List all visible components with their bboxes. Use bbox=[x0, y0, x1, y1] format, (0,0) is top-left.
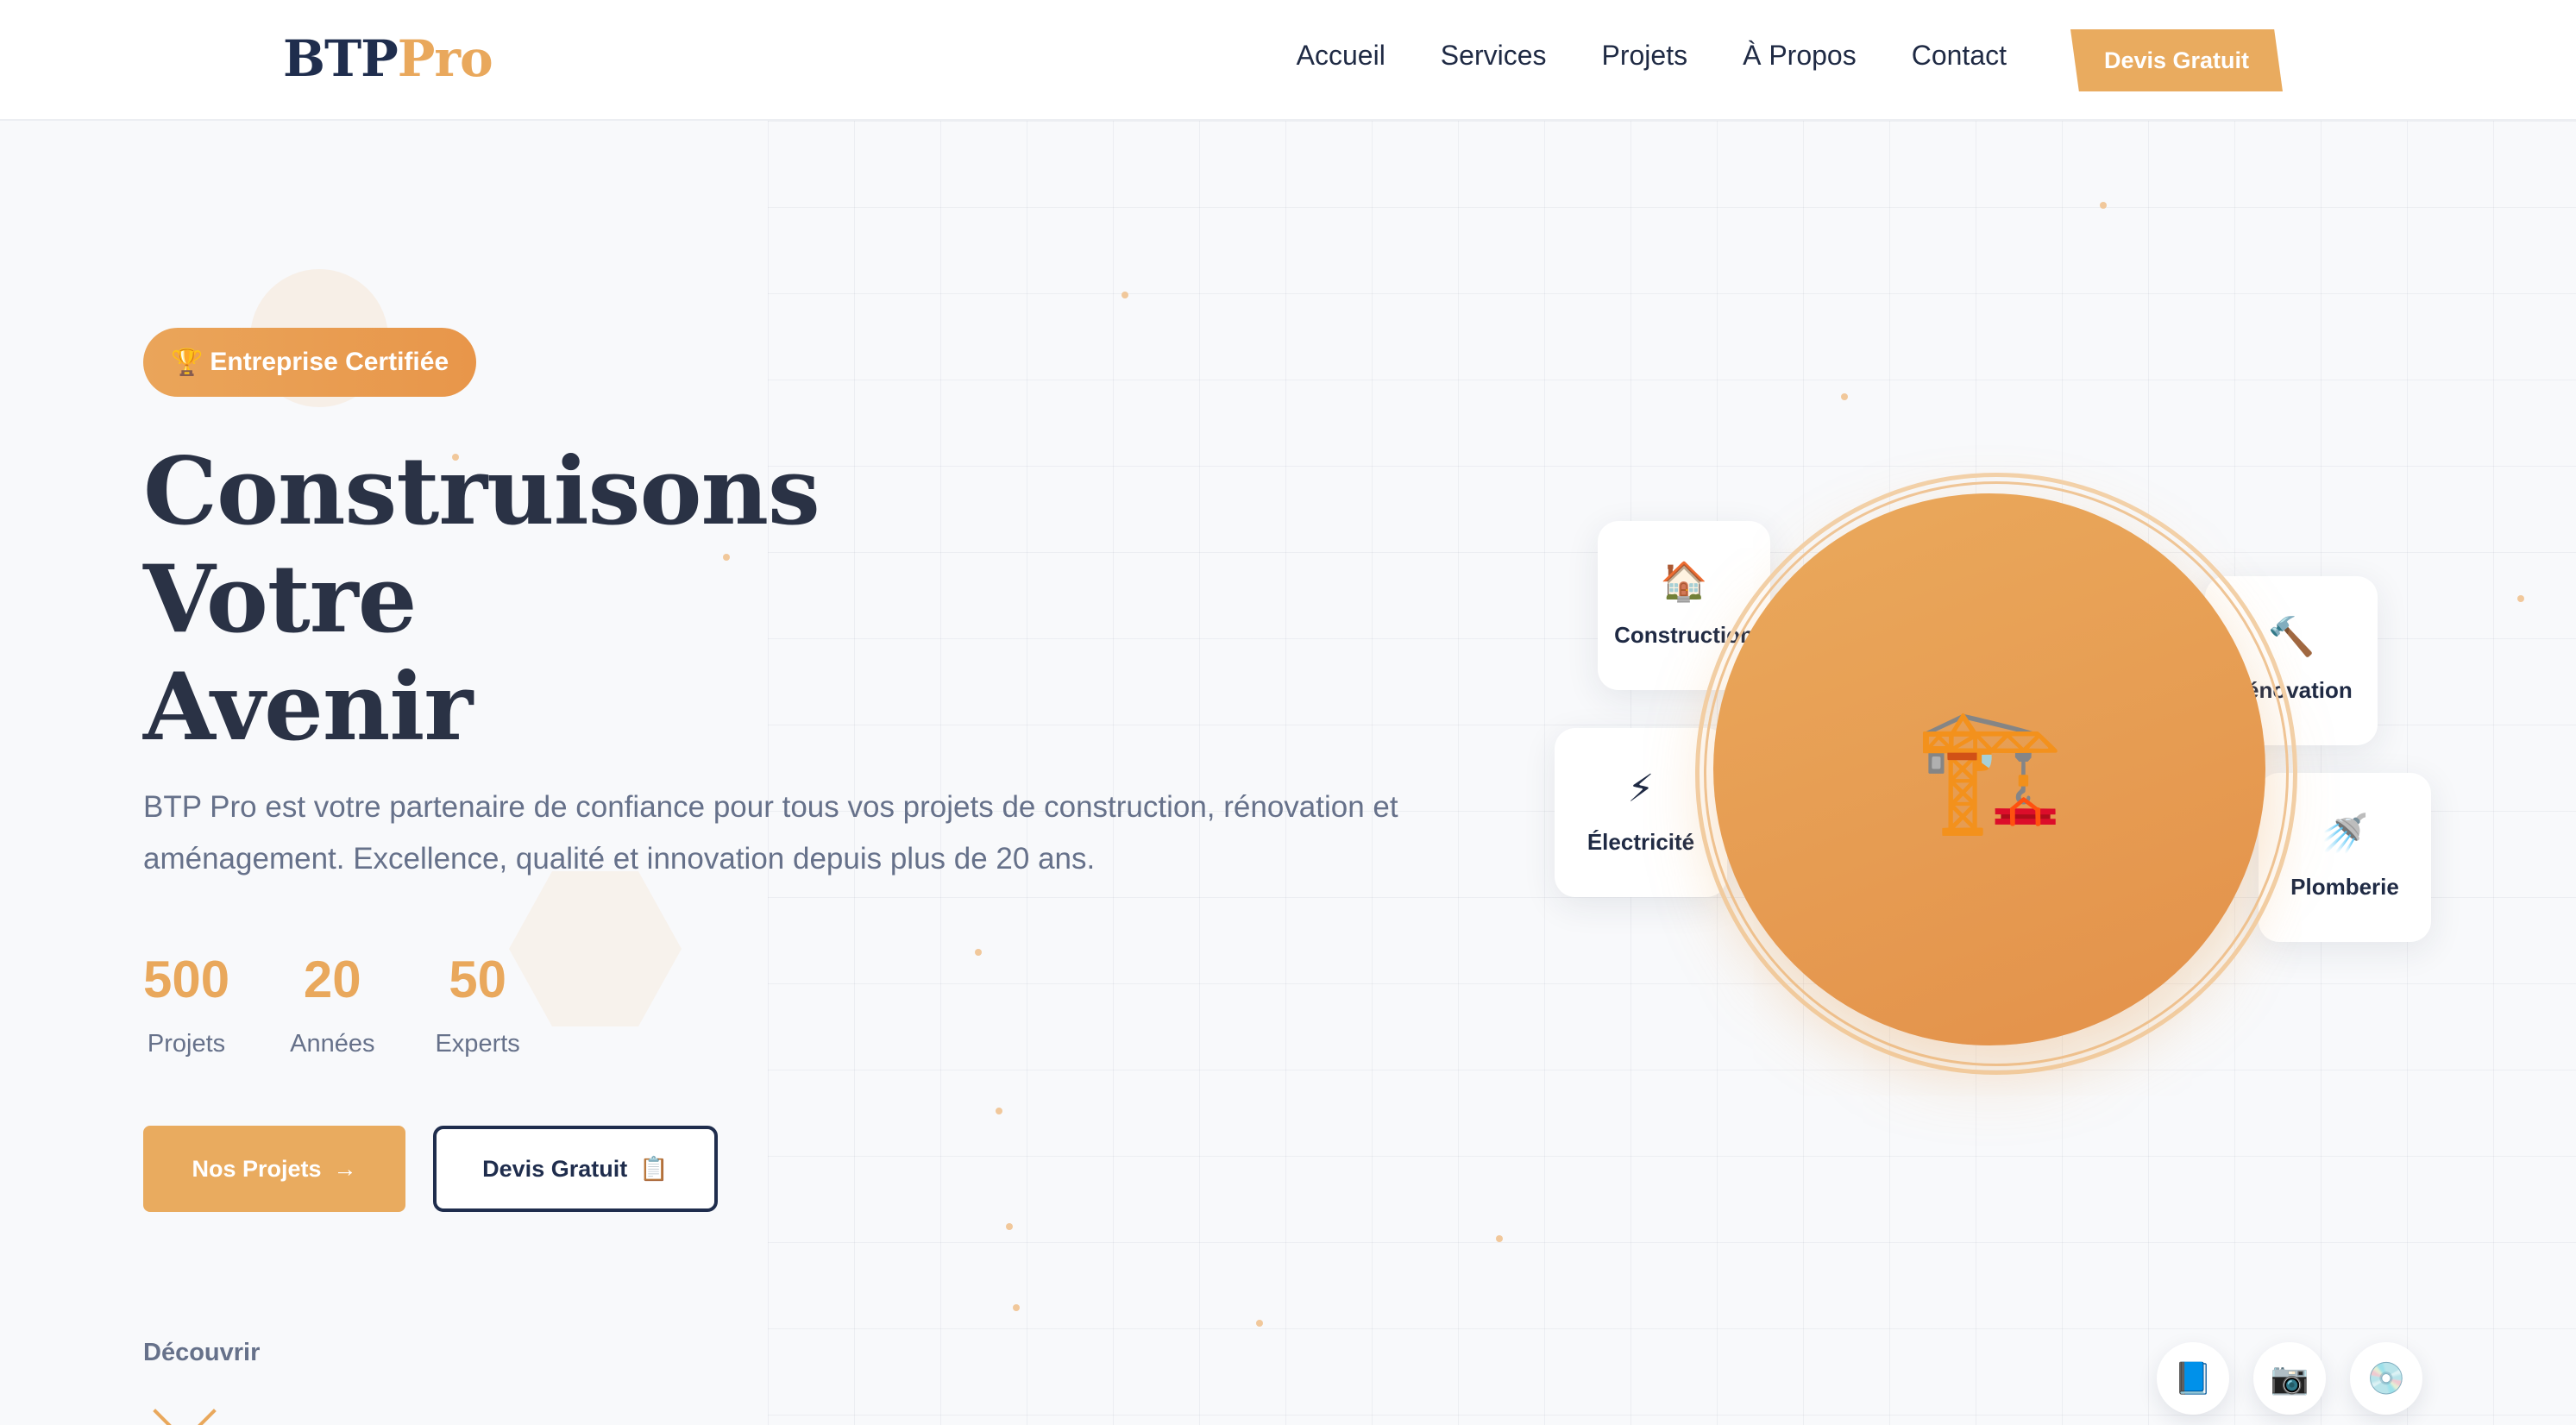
service-label: Électricité bbox=[1586, 828, 1695, 855]
free-quote-button[interactable]: Devis Gratuit 📋 bbox=[433, 1126, 718, 1212]
stat-label: Experts bbox=[435, 1030, 520, 1058]
headline-line-3: Avenir bbox=[143, 653, 473, 762]
decorative-dot bbox=[975, 949, 982, 956]
decorative-dot bbox=[1006, 1223, 1013, 1230]
stat-years: 20 Années bbox=[290, 949, 374, 1058]
chevron-down-icon[interactable] bbox=[153, 1379, 217, 1425]
decorative-dot bbox=[1256, 1320, 1263, 1327]
shower-icon: 🚿 bbox=[2321, 812, 2369, 855]
house-icon: 🏠 bbox=[1660, 560, 1708, 603]
arrow-right-icon: → bbox=[333, 1155, 357, 1182]
headline-line-2: Votre bbox=[143, 545, 417, 654]
hero-intro: BTP Pro est votre partenaire de confianc… bbox=[143, 790, 1398, 876]
decorative-dot bbox=[1122, 292, 1128, 298]
stat-value: 20 bbox=[303, 951, 361, 1008]
disc-icon[interactable]: 💿 bbox=[2350, 1342, 2422, 1415]
service-label: Plomberie bbox=[2290, 873, 2399, 900]
hero-circle: 🏗️ bbox=[1713, 493, 2265, 1045]
nav-link-contact[interactable]: Contact bbox=[1912, 40, 2007, 72]
facebook-icon[interactable]: 📘 bbox=[2157, 1342, 2229, 1415]
camera-icon[interactable]: 📷 bbox=[2253, 1342, 2326, 1415]
decorative-dot bbox=[1841, 393, 1848, 400]
decorative-dot bbox=[1013, 1304, 1020, 1311]
lightning-icon: ⚡ bbox=[1627, 767, 1655, 810]
decorative-dot bbox=[2517, 595, 2524, 602]
nav-quote-button[interactable]: Devis Gratuit bbox=[2070, 29, 2283, 91]
stat-label: Années bbox=[290, 1030, 375, 1058]
nav-link-services[interactable]: Services bbox=[1441, 40, 1547, 72]
decorative-dot bbox=[996, 1108, 1002, 1114]
hammer-icon: 🔨 bbox=[2267, 615, 2315, 658]
discover-label[interactable]: Découvrir bbox=[143, 1339, 260, 1367]
nav-link-a-propos[interactable]: À Propos bbox=[1743, 40, 1857, 72]
stats-row: 500 Projets 20 Années 50 Experts bbox=[143, 949, 520, 1058]
decorative-dot bbox=[1496, 1235, 1503, 1242]
free-quote-label: Devis Gratuit bbox=[482, 1155, 628, 1182]
nav-link-projets[interactable]: Projets bbox=[1602, 40, 1688, 72]
nav-links: Accueil Services Projets À Propos Contac… bbox=[1297, 40, 2007, 72]
clipboard-icon: 📋 bbox=[639, 1156, 669, 1182]
badge-label: Entreprise Certifiée bbox=[210, 348, 449, 376]
headline-line-1: Construisons bbox=[143, 437, 820, 546]
our-projects-label: Nos Projets bbox=[192, 1155, 322, 1182]
decorative-dot bbox=[2100, 202, 2107, 209]
logo-part-2: Pro bbox=[397, 29, 493, 88]
stat-value: 50 bbox=[449, 951, 506, 1008]
stat-value: 500 bbox=[143, 951, 230, 1008]
top-navbar: BTPPro Accueil Services Projets À Propos… bbox=[0, 0, 2576, 121]
nav-link-accueil[interactable]: Accueil bbox=[1297, 40, 1385, 72]
brand-logo[interactable]: BTPPro bbox=[283, 29, 493, 88]
certified-badge: 🏆 Entreprise Certifiée bbox=[143, 328, 477, 397]
decorative-hexagon bbox=[509, 871, 682, 1026]
stat-projects: 500 Projets bbox=[143, 949, 229, 1058]
our-projects-button[interactable]: Nos Projets → bbox=[143, 1126, 405, 1212]
crane-icon: 🏗️ bbox=[1913, 701, 2065, 837]
hero-headline: Construisons Votre Avenir bbox=[143, 438, 820, 762]
trophy-icon: 🏆 bbox=[171, 348, 204, 377]
stat-experts: 50 Experts bbox=[435, 949, 519, 1058]
logo-part-1: BTP bbox=[283, 29, 399, 88]
stat-label: Projets bbox=[147, 1030, 226, 1058]
